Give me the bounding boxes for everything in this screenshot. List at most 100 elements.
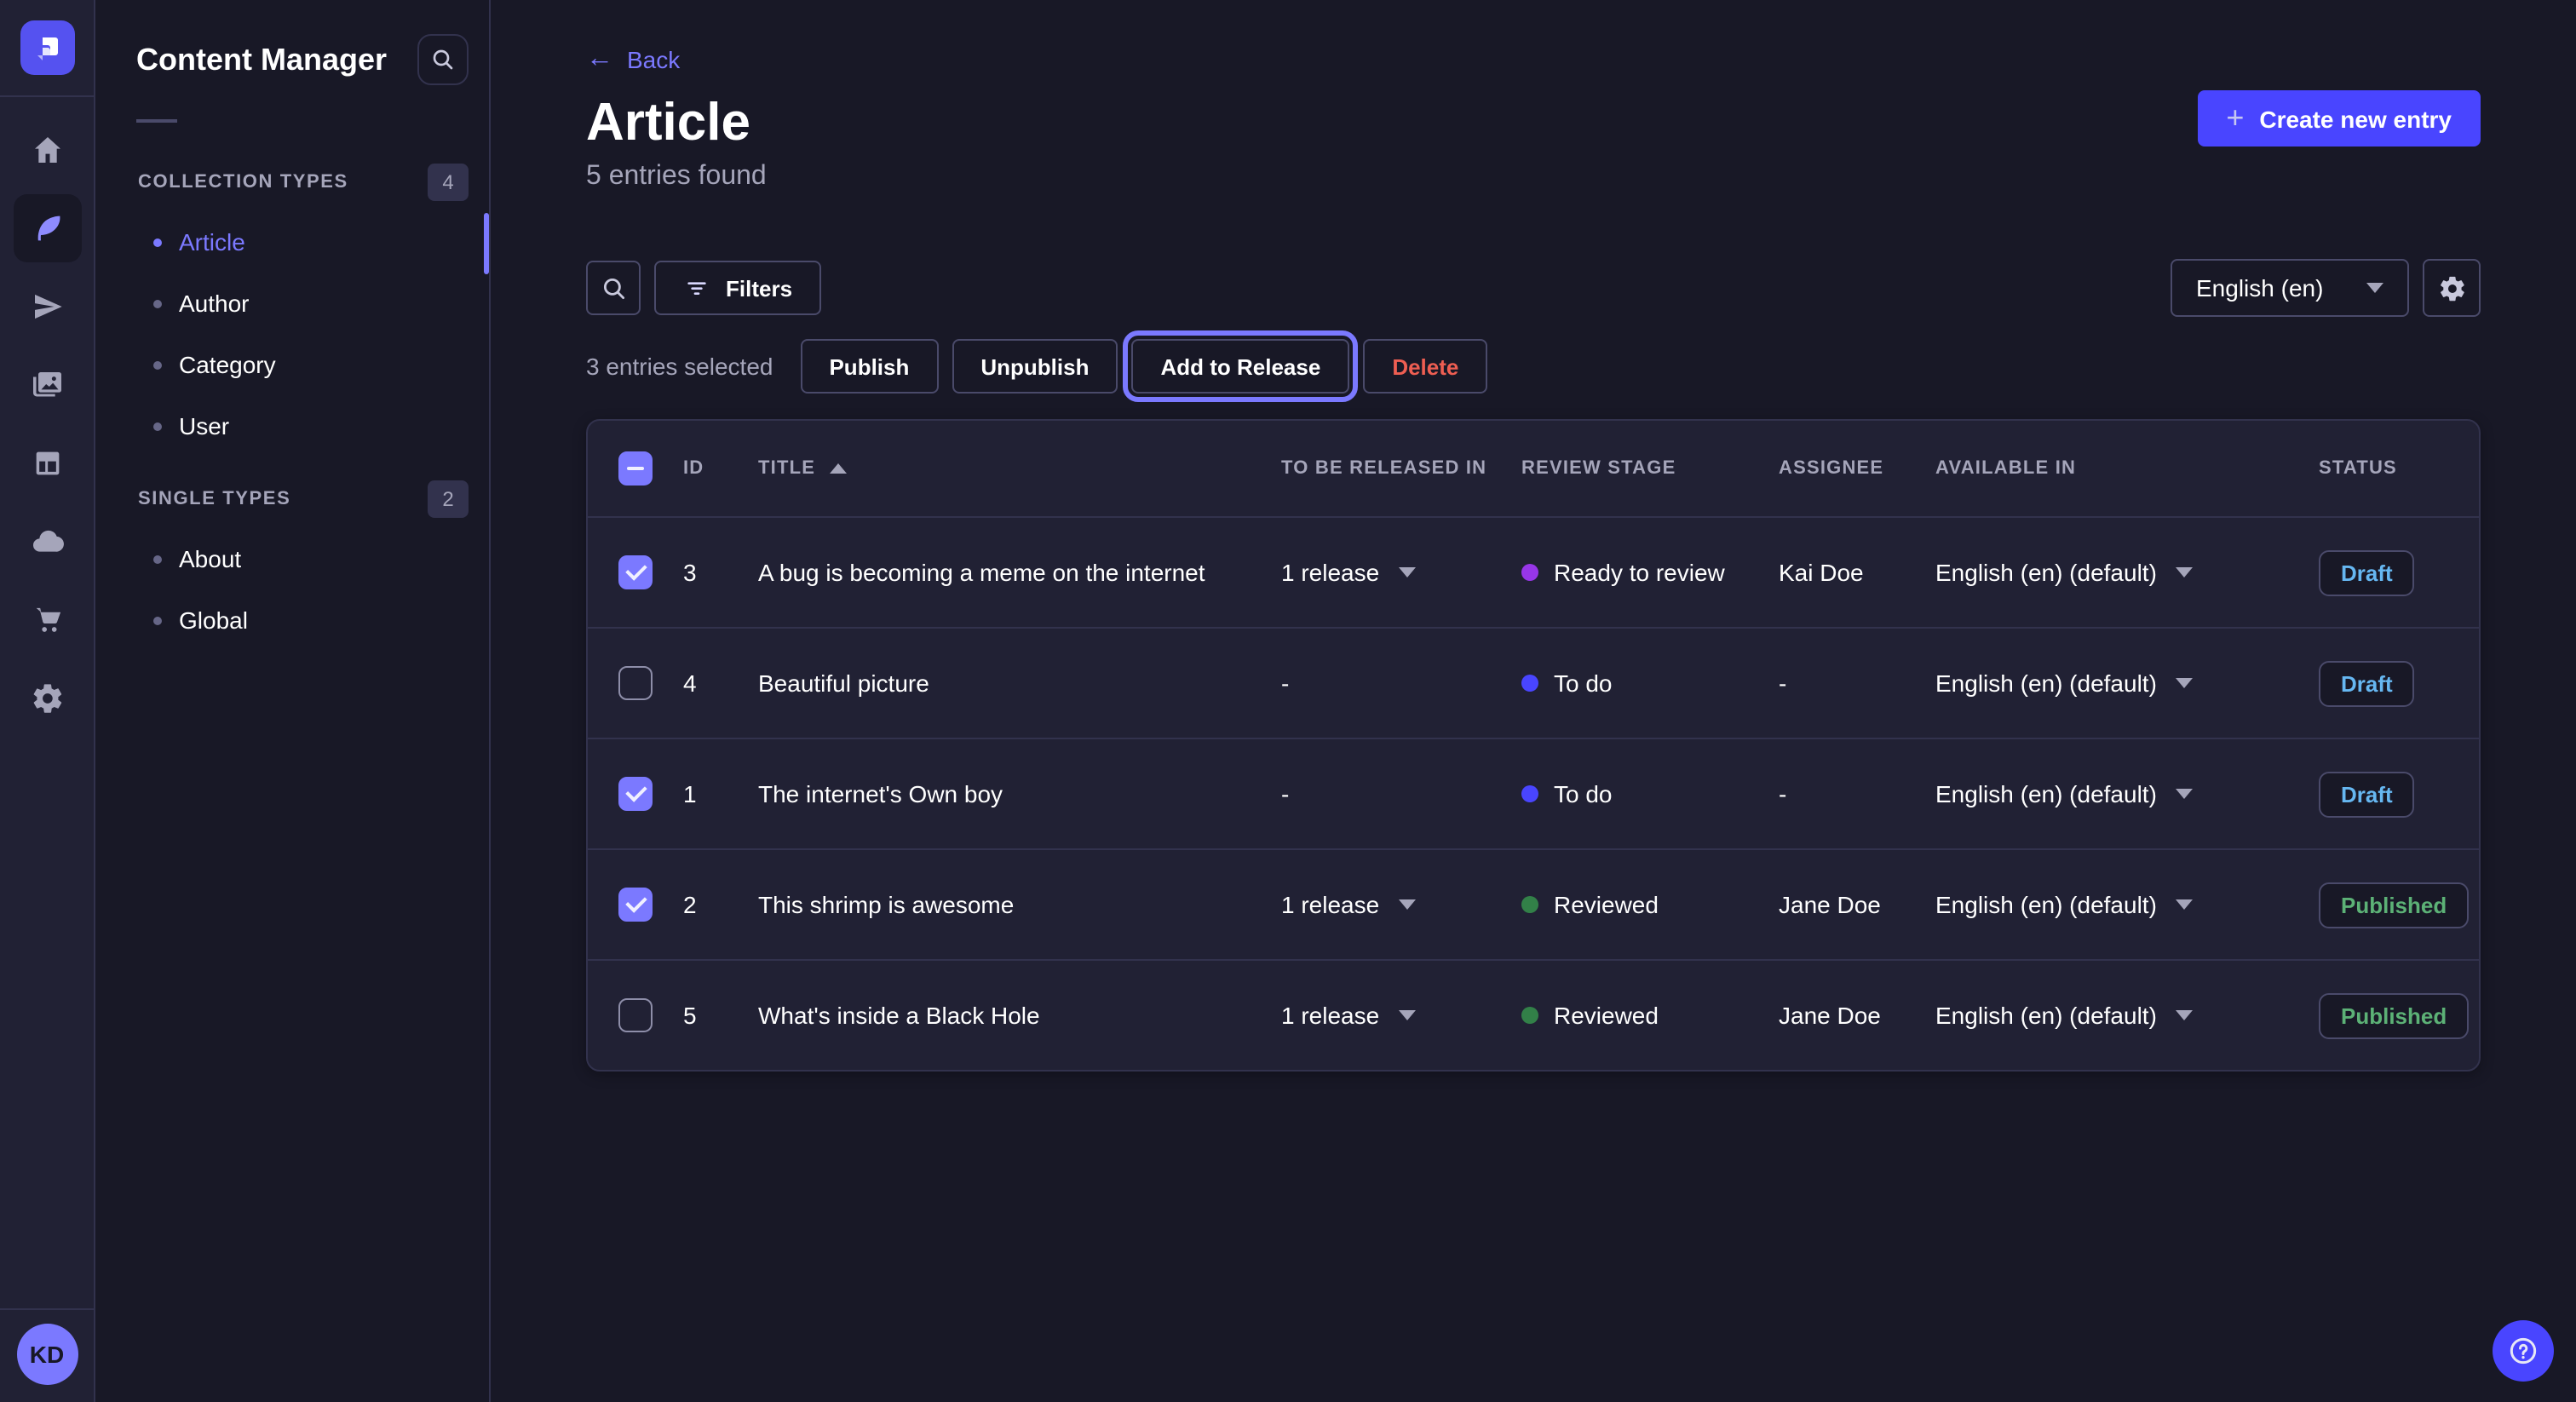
entries-table: ID TITLE TO BE RELEASED IN REVIEW STAGE …	[586, 419, 2481, 1072]
main-content: ← Back Article + Create new entry 5 entr…	[491, 0, 2576, 1402]
chevron-down-icon	[2176, 899, 2193, 910]
stage-label: Reviewed	[1554, 1002, 1659, 1029]
release-dropdown[interactable]: 1 release	[1281, 891, 1415, 918]
subnav-title: Content Manager	[136, 42, 387, 78]
delete-button[interactable]: Delete	[1363, 339, 1487, 394]
row-checkbox[interactable]	[618, 888, 653, 922]
locale-value: English (en) (default)	[1935, 559, 2157, 586]
rail-divider	[0, 95, 95, 97]
collection-types-count: 4	[428, 164, 469, 201]
nav-content-manager[interactable]	[13, 194, 81, 262]
table-row[interactable]: 2 This shrimp is awesome 1 release Revie…	[588, 848, 2479, 959]
sort-asc-icon	[829, 463, 846, 474]
cell-review-stage: To do	[1521, 780, 1779, 807]
selected-count-text: 3 entries selected	[586, 353, 773, 380]
filters-button[interactable]: Filters	[654, 261, 821, 315]
nav-media-library[interactable]	[13, 351, 81, 419]
sidebar-item-label: User	[179, 412, 229, 440]
single-types-label: SINGLE TYPES	[138, 489, 290, 509]
cell-review-stage: Reviewed	[1521, 891, 1779, 918]
feather-icon	[30, 211, 64, 245]
sidebar-item-user[interactable]: User	[95, 395, 489, 457]
stage-dot	[1521, 1007, 1538, 1024]
nav-deploy[interactable]	[13, 508, 81, 576]
stage-dot	[1521, 675, 1538, 692]
select-all-checkbox[interactable]	[618, 451, 653, 486]
table-row[interactable]: 5 What's inside a Black Hole 1 release R…	[588, 959, 2479, 1070]
filters-label: Filters	[726, 275, 792, 301]
col-header-title-sort[interactable]: TITLE	[758, 458, 846, 479]
view-settings-button[interactable]	[2423, 259, 2481, 317]
page-title: Article	[586, 90, 750, 155]
cart-icon	[30, 603, 64, 637]
publish-button[interactable]: Publish	[800, 339, 938, 394]
cell-title: Beautiful picture	[758, 669, 1281, 697]
col-header-available: AVAILABLE IN	[1935, 458, 2319, 479]
stage-label: To do	[1554, 669, 1613, 697]
bullet-icon	[153, 238, 162, 246]
cell-released: -	[1281, 780, 1521, 807]
row-checkbox[interactable]	[618, 777, 653, 811]
cloud-icon	[30, 525, 64, 559]
row-checkbox[interactable]	[618, 998, 653, 1032]
table-row[interactable]: 3 A bug is becoming a meme on the intern…	[588, 516, 2479, 627]
release-dropdown[interactable]: 1 release	[1281, 1002, 1415, 1029]
col-header-stage: REVIEW STAGE	[1521, 458, 1779, 479]
nav-marketplace[interactable]	[13, 586, 81, 654]
bullet-icon	[153, 422, 162, 430]
table-row[interactable]: 4 Beautiful picture - To do - English (e…	[588, 627, 2479, 738]
cell-review-stage: Ready to review	[1521, 559, 1779, 586]
release-dropdown[interactable]: 1 release	[1281, 559, 1415, 586]
locale-dropdown[interactable]: English (en) (default)	[1935, 780, 2193, 807]
table-row[interactable]: 1 The internet's Own boy - To do - Engli…	[588, 738, 2479, 848]
sidebar-item-article[interactable]: Article	[95, 211, 489, 273]
cell-assignee: Jane Doe	[1779, 1002, 1935, 1029]
sidebar-item-global[interactable]: Global	[95, 589, 489, 651]
status-badge: Draft	[2319, 549, 2415, 595]
locale-dropdown[interactable]: English (en) (default)	[1935, 559, 2193, 586]
collection-types-header: COLLECTION TYPES 4	[95, 164, 489, 201]
back-link[interactable]: ← Back	[586, 46, 680, 73]
nav-settings[interactable]	[13, 664, 81, 733]
locale-dropdown[interactable]: English (en) (default)	[1935, 1002, 2193, 1029]
list-search-button[interactable]	[586, 261, 641, 315]
create-new-entry-button[interactable]: + Create new entry	[2197, 90, 2481, 147]
cell-title: A bug is becoming a meme on the internet	[758, 559, 1281, 586]
sidebar-item-label: Author	[179, 290, 250, 317]
user-avatar[interactable]: KD	[16, 1324, 78, 1385]
table-header-row: ID TITLE TO BE RELEASED IN REVIEW STAGE …	[588, 421, 2479, 516]
locale-dropdown[interactable]: English (en) (default)	[1935, 891, 2193, 918]
home-icon	[30, 133, 64, 167]
strapi-logo-icon	[32, 32, 62, 63]
nav-transfer[interactable]	[13, 273, 81, 341]
add-to-release-button[interactable]: Add to Release	[1131, 339, 1349, 394]
active-item-indicator	[484, 213, 489, 274]
stage-label: Ready to review	[1554, 559, 1725, 586]
chevron-down-icon	[2366, 283, 2383, 293]
row-checkbox[interactable]	[618, 555, 653, 589]
sidebar-item-category[interactable]: Category	[95, 334, 489, 395]
nav-home[interactable]	[13, 116, 81, 184]
locale-dropdown[interactable]: English (en) (default)	[1935, 669, 2193, 697]
layout-icon	[30, 446, 64, 480]
unpublish-button[interactable]: Unpublish	[952, 339, 1118, 394]
strapi-logo[interactable]	[20, 20, 74, 75]
cell-id: 2	[683, 891, 758, 918]
col-header-status: STATUS	[2319, 458, 2479, 479]
sidebar-item-label: Category	[179, 351, 276, 378]
sidebar-item-author[interactable]: Author	[95, 273, 489, 334]
nav-content-type-builder[interactable]	[13, 429, 81, 497]
status-badge: Published	[2319, 992, 2469, 1038]
stage-label: Reviewed	[1554, 891, 1659, 918]
chevron-down-icon	[1398, 1010, 1415, 1020]
cell-assignee: -	[1779, 780, 1935, 807]
filter-icon	[683, 274, 710, 302]
sidebar-item-about[interactable]: About	[95, 528, 489, 589]
locale-select[interactable]: English (en)	[2171, 259, 2409, 317]
chevron-down-icon	[2176, 1010, 2193, 1020]
cell-review-stage: To do	[1521, 669, 1779, 697]
row-checkbox[interactable]	[618, 666, 653, 700]
help-button[interactable]	[2493, 1320, 2554, 1382]
bullet-icon	[153, 616, 162, 624]
subnav-search-button[interactable]	[417, 34, 469, 85]
